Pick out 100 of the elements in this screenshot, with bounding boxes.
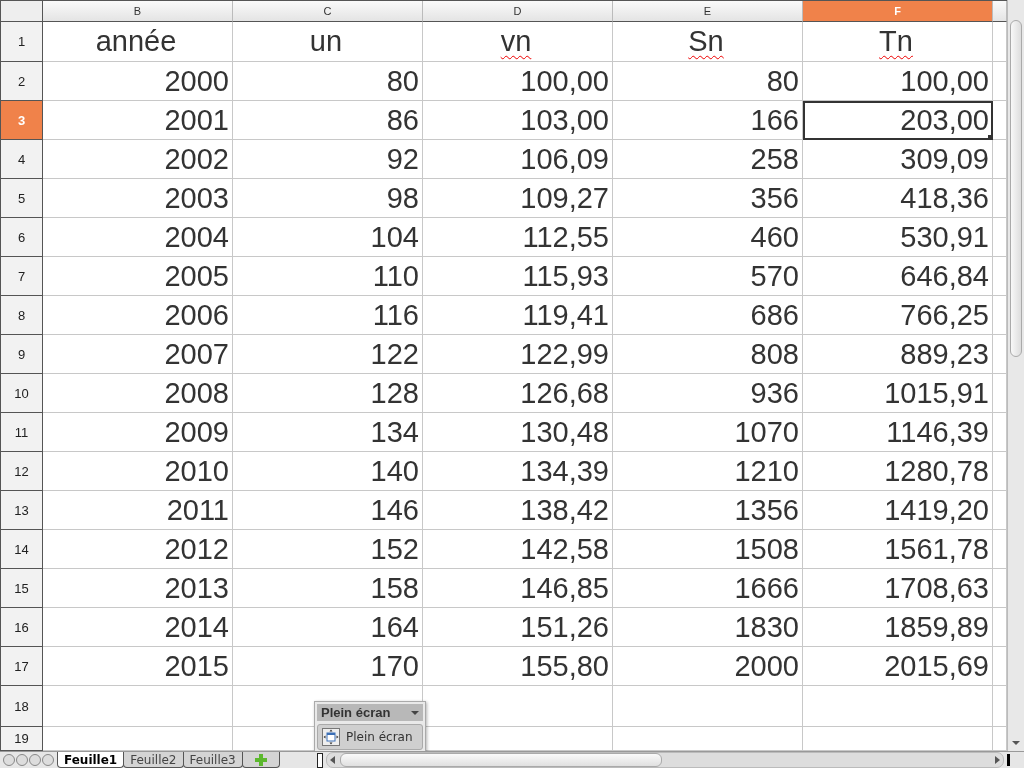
sheet-tab[interactable]: Feuille1	[57, 752, 125, 768]
table-cell: 889,23	[803, 335, 993, 374]
row-header[interactable]: 6	[1, 218, 43, 257]
table-cell: 170	[233, 647, 423, 686]
sheet-nav-button[interactable]	[3, 754, 15, 766]
table-cell: 92	[233, 140, 423, 179]
corner-header[interactable]	[1, 1, 43, 22]
dropdown-icon[interactable]	[411, 710, 419, 715]
row-header[interactable]: 15	[1, 569, 43, 608]
table-cell: 158	[233, 569, 423, 608]
table-cell: 146,85	[423, 569, 613, 608]
sheet-nav-button[interactable]	[29, 754, 41, 766]
table-cell: 166	[613, 101, 803, 140]
table-cell: 126,68	[423, 374, 613, 413]
table-cell: 134	[233, 413, 423, 452]
table-cell: 418,36	[803, 179, 993, 218]
table-cell: 570	[613, 257, 803, 296]
table-cell: 128	[233, 374, 423, 413]
table-cell: vn	[423, 22, 613, 62]
table-cell: 86	[233, 101, 423, 140]
table-cell: 2000	[613, 647, 803, 686]
row-header[interactable]: 11	[1, 413, 43, 452]
row-header[interactable]: 9	[1, 335, 43, 374]
column-header[interactable]: B	[43, 1, 233, 22]
add-sheet-button[interactable]	[241, 752, 280, 768]
full-screen-button[interactable]: Plein écran	[317, 724, 423, 750]
table-cell: 112,55	[423, 218, 613, 257]
table-cell: 1666	[613, 569, 803, 608]
vertical-scrollbar[interactable]	[1007, 0, 1024, 751]
table-cell: 142,58	[423, 530, 613, 569]
table-cell: Tn	[803, 22, 993, 62]
row-header[interactable]: 13	[1, 491, 43, 530]
table-cell: 80	[613, 62, 803, 101]
row-header[interactable]: 16	[1, 608, 43, 647]
table-cell: 936	[613, 374, 803, 413]
scroll-left-icon	[329, 756, 336, 764]
sheet-tab[interactable]: Feuille2	[123, 752, 184, 768]
row-header[interactable]: 19	[1, 727, 43, 751]
table-cell: 1280,78	[803, 452, 993, 491]
row-header[interactable]: 10	[1, 374, 43, 413]
table-cell: 2008	[43, 374, 233, 413]
scroll-down-icon[interactable]	[1011, 740, 1021, 746]
table-cell: 2010	[43, 452, 233, 491]
table-cell: 2015	[43, 647, 233, 686]
sheet-nav-button[interactable]	[16, 754, 28, 766]
table-cell: 151,26	[423, 608, 613, 647]
sheet-tab[interactable]: Feuille3	[182, 752, 243, 768]
fill-handle[interactable]	[988, 135, 993, 140]
plus-icon	[254, 753, 267, 766]
row-header[interactable]: 18	[1, 686, 43, 727]
table-cell: 1070	[613, 413, 803, 452]
table-cell: 119,41	[423, 296, 613, 335]
row-header[interactable]: 1	[1, 22, 43, 62]
table-cell: 152	[233, 530, 423, 569]
table-cell: 110	[233, 257, 423, 296]
row-header[interactable]: 12	[1, 452, 43, 491]
table-cell: 122	[233, 335, 423, 374]
table-cell: 766,25	[803, 296, 993, 335]
table-cell: un	[233, 22, 423, 62]
column-header[interactable]	[993, 1, 1007, 22]
table-cell: 2012	[43, 530, 233, 569]
sheet-nav-button[interactable]	[42, 754, 54, 766]
table-cell: 116	[233, 296, 423, 335]
table-cell: 2005	[43, 257, 233, 296]
table-cell: 2014	[43, 608, 233, 647]
column-header[interactable]: C	[233, 1, 423, 22]
table-cell: 1708,63	[803, 569, 993, 608]
table-cell: 1210	[613, 452, 803, 491]
scrollbar-thumb[interactable]	[1010, 20, 1022, 357]
row-header[interactable]: 14	[1, 530, 43, 569]
table-cell: 104	[233, 218, 423, 257]
splitter-handle[interactable]	[316, 752, 323, 768]
table-cell: 2004	[43, 218, 233, 257]
table-cell: Sn	[613, 22, 803, 62]
row-header[interactable]: 5	[1, 179, 43, 218]
row-header[interactable]: 2	[1, 62, 43, 101]
table-cell: 1859,89	[803, 608, 993, 647]
table-cell: 106,09	[423, 140, 613, 179]
horizontal-scrollbar[interactable]	[325, 752, 1004, 768]
row-header[interactable]: 4	[1, 140, 43, 179]
full-screen-icon	[322, 728, 340, 746]
column-header[interactable]: D	[423, 1, 613, 22]
table-cell: 1561,78	[803, 530, 993, 569]
row-header[interactable]: 17	[1, 647, 43, 686]
row-header[interactable]: 8	[1, 296, 43, 335]
table-cell: 100,00	[803, 62, 993, 101]
table-cell: 138,42	[423, 491, 613, 530]
table-cell: 2015,69	[803, 647, 993, 686]
scrollbar-thumb[interactable]	[339, 753, 662, 767]
column-header[interactable]: E	[613, 1, 803, 22]
table-cell: 130,48	[423, 413, 613, 452]
table-cell: 686	[613, 296, 803, 335]
table-cell: 203,00	[803, 101, 993, 140]
table-cell: 309,09	[803, 140, 993, 179]
table-cell: année	[43, 22, 233, 62]
table-cell: 808	[613, 335, 803, 374]
row-header[interactable]: 7	[1, 257, 43, 296]
table-cell: 155,80	[423, 647, 613, 686]
table-cell: 100,00	[423, 62, 613, 101]
table-cell: 2006	[43, 296, 233, 335]
